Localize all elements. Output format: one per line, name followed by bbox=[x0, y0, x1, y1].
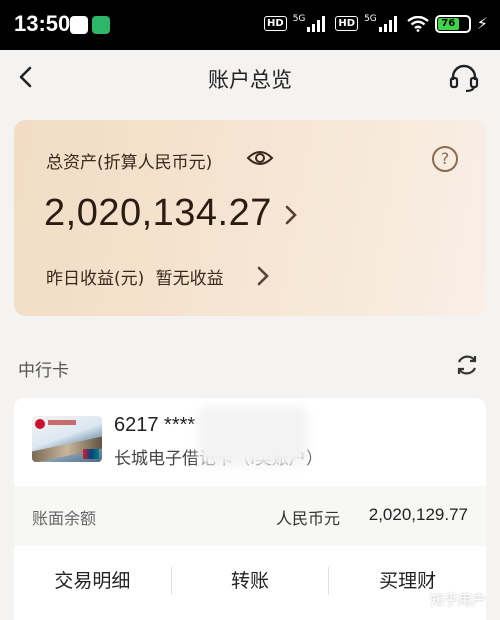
chevron-right-icon[interactable] bbox=[254, 265, 272, 287]
unionpay-icon bbox=[83, 449, 99, 459]
transfer-button[interactable]: 转账 bbox=[172, 556, 329, 606]
balance-currency: 人民币元 bbox=[276, 509, 341, 528]
page-title: 账户总览 bbox=[208, 68, 292, 92]
notification-app-icon bbox=[70, 16, 88, 34]
status-indicators: HD 5G HD 5G 76 ⚡ bbox=[264, 14, 488, 33]
card-image bbox=[32, 416, 102, 462]
card-actions: 交易明细 转账 买理财 bbox=[14, 556, 486, 606]
signal-icon bbox=[378, 15, 401, 32]
help-icon[interactable]: ? bbox=[432, 146, 458, 172]
status-time: 13:50 bbox=[14, 11, 71, 36]
wifi-icon bbox=[407, 15, 429, 32]
balance-label: 账面余额 bbox=[32, 509, 97, 528]
card-number: 6217 **** bbox=[114, 414, 196, 436]
total-assets-amount[interactable]: 2,020,134.27 bbox=[44, 192, 272, 235]
total-assets-card: 总资产(折算人民币元) ? 2,020,134.27 昨日收益(元) 暂无收益 bbox=[14, 120, 486, 316]
network-type-label: 5G bbox=[364, 13, 377, 24]
refresh-icon[interactable] bbox=[454, 352, 480, 378]
chevron-right-icon[interactable] bbox=[282, 203, 300, 227]
section-title: 中行卡 bbox=[18, 361, 69, 381]
privacy-blur bbox=[198, 406, 308, 466]
network-type-label: 5G bbox=[292, 13, 306, 24]
eye-icon[interactable] bbox=[246, 146, 274, 170]
hd-badge: HD bbox=[264, 16, 287, 31]
status-bar: 13:50 HD 5G HD 5G 76 ⚡ bbox=[0, 0, 500, 50]
total-assets-label: 总资产(折算人民币元) bbox=[46, 153, 213, 173]
income-value: 暂无收益 bbox=[155, 269, 224, 289]
bank-card[interactable]: 6217 **** 长城电子借记卡（I类账户） 账面余额 人民币元 2,020,… bbox=[14, 398, 486, 620]
watermark: 知乎用户 bbox=[430, 593, 486, 609]
headset-icon[interactable] bbox=[446, 60, 482, 96]
balance-value: 2,020,129.77 bbox=[368, 505, 468, 524]
battery-icon: 76 bbox=[434, 14, 471, 33]
nav-bar: 账户总览 bbox=[0, 50, 500, 106]
charging-icon: ⚡ bbox=[476, 14, 488, 33]
notification-app-icon bbox=[92, 16, 110, 34]
transaction-details-button[interactable]: 交易明细 bbox=[14, 556, 171, 606]
yesterday-income[interactable]: 昨日收益(元) 暂无收益 bbox=[46, 264, 224, 289]
signal-icon bbox=[307, 15, 329, 32]
bank-logo-icon bbox=[35, 419, 45, 429]
balance-row: 账面余额 人民币元 2,020,129.77 bbox=[14, 486, 486, 546]
battery-level: 76 bbox=[437, 17, 459, 30]
income-label: 昨日收益(元) bbox=[46, 269, 145, 289]
hd-badge: HD bbox=[335, 16, 359, 31]
